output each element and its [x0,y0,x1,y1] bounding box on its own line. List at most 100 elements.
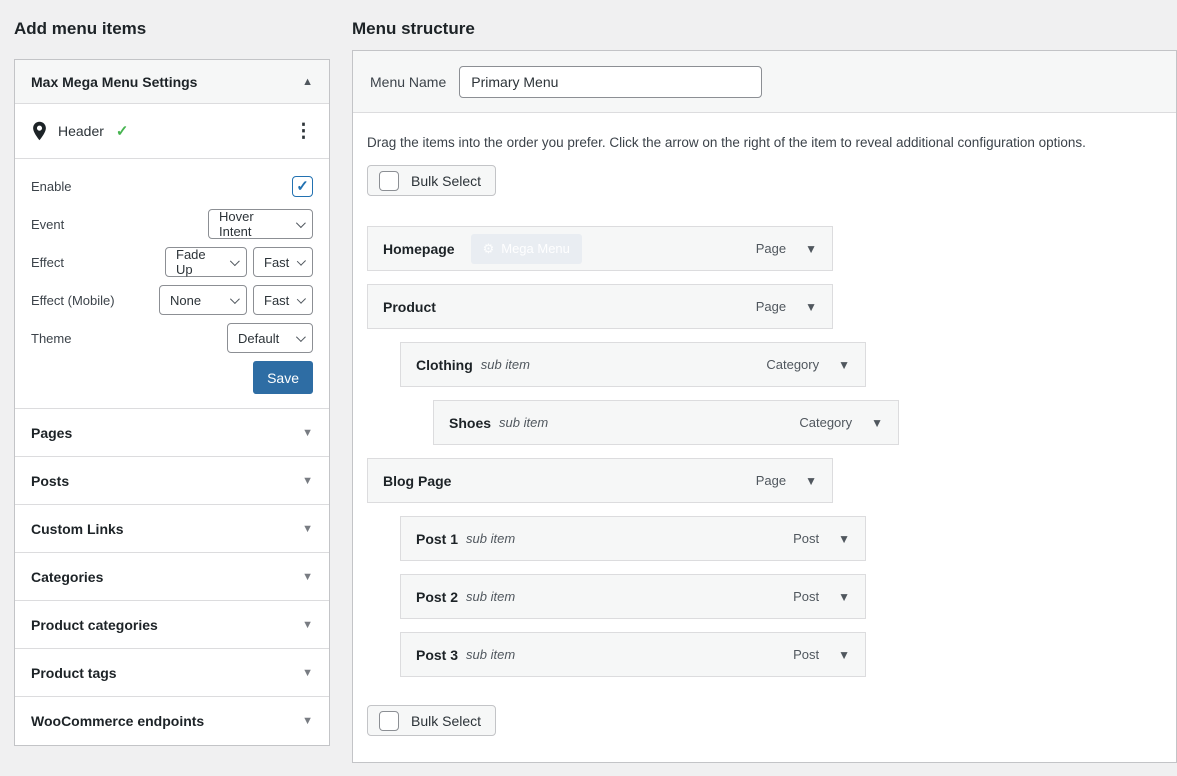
accordion-product-tags[interactable]: Product tags ▼ [15,649,329,697]
sub-item-label: sub item [481,357,530,372]
menu-item-post-2[interactable]: Post 2 sub item Post ▼ [400,574,866,619]
menu-item-post-3[interactable]: Post 3 sub item Post ▼ [400,632,866,677]
theme-select[interactable]: Default [227,323,313,353]
effect-mobile-row: Effect (Mobile) None Fast [31,285,313,315]
menu-item-title: Clothing [416,357,473,373]
effect-speed-select[interactable]: Fast [253,247,313,277]
mega-menu-settings-form: Enable ✓ Event Hover Intent Effect [15,159,329,409]
item-options-arrow-icon[interactable]: ▼ [838,532,850,546]
menu-structure-title: Menu structure [352,19,1177,38]
checkbox-check-icon: ✓ [296,179,309,194]
accordion-product-categories-label: Product categories [31,617,158,633]
location-pin-icon [31,121,48,141]
location-label: Header [58,123,104,139]
sub-item-label: sub item [499,415,548,430]
item-options-arrow-icon[interactable]: ▼ [838,648,850,662]
item-options-arrow-icon[interactable]: ▼ [805,300,817,314]
menu-item-type: Page [756,299,786,314]
accordion-categories-label: Categories [31,569,103,585]
accordion-categories[interactable]: Categories ▼ [15,553,329,601]
effect-mobile-speed-select[interactable]: Fast [253,285,313,315]
expand-arrow-icon: ▼ [302,475,313,487]
add-menu-items-panel: Add menu items Max Mega Menu Settings ▲ … [14,0,330,746]
bulk-select-button-bottom[interactable]: Bulk Select [367,705,496,736]
effect-select-value: Fade Up [176,247,222,277]
enable-checkbox[interactable]: ✓ [292,176,313,197]
accordion-posts[interactable]: Posts ▼ [15,457,329,505]
mega-menu-settings-label: Max Mega Menu Settings [31,74,197,90]
enable-label: Enable [31,179,71,194]
item-options-arrow-icon[interactable]: ▼ [838,590,850,604]
expand-arrow-icon: ▼ [302,523,313,535]
accordion-woocommerce-endpoints[interactable]: WooCommerce endpoints ▼ [15,697,329,745]
item-options-arrow-icon[interactable]: ▼ [838,358,850,372]
save-button[interactable]: Save [253,361,313,394]
menu-name-input[interactable] [459,66,762,98]
save-row: Save [31,361,313,394]
menu-item-shoes[interactable]: Shoes sub item Category ▼ [433,400,899,445]
menu-item-title: Shoes [449,415,491,431]
menu-item-clothing[interactable]: Clothing sub item Category ▼ [400,342,866,387]
menu-structure-panel: Menu structure Menu Name Drag the items … [352,0,1177,761]
item-options-arrow-icon[interactable]: ▼ [871,416,883,430]
expand-arrow-icon: ▼ [302,715,313,727]
sub-item-label: sub item [466,531,515,546]
bulk-select-checkbox[interactable] [379,171,399,191]
menu-item-type: Post [793,531,819,546]
menu-item-type: Post [793,647,819,662]
chevron-down-icon [230,294,240,304]
event-select[interactable]: Hover Intent [208,209,313,239]
accordion-box: Max Mega Menu Settings ▲ Header ✓ ⋮ Enab… [14,59,330,746]
bulk-select-button-top[interactable]: Bulk Select [367,165,496,196]
menu-item-type: Page [756,241,786,256]
item-options-arrow-icon[interactable]: ▼ [805,474,817,488]
accordion-woocommerce-endpoints-label: WooCommerce endpoints [31,713,204,729]
menu-item-post-1[interactable]: Post 1 sub item Post ▼ [400,516,866,561]
menu-item-blog-page[interactable]: Blog Page Page ▼ [367,458,833,503]
accordion-product-tags-label: Product tags [31,665,117,681]
menu-item-title: Post 1 [416,531,458,547]
effect-mobile-select[interactable]: None [159,285,247,315]
menu-item-product[interactable]: Product Page ▼ [367,284,833,329]
menu-name-bar: Menu Name [353,51,1176,113]
effect-mobile-value: None [170,293,201,308]
mega-menu-button[interactable]: ⚙ Mega Menu [471,234,582,264]
more-options-icon[interactable]: ⋮ [294,122,313,141]
accordion-pages[interactable]: Pages ▼ [15,409,329,457]
menu-item-list: Homepage ⚙ Mega Menu Page ▼ Product Page… [367,226,1162,677]
event-label: Event [31,217,64,232]
sub-item-label: sub item [466,589,515,604]
theme-row: Theme Default [31,323,313,353]
menu-location-row: Header ✓ ⋮ [15,104,329,159]
accordion-custom-links[interactable]: Custom Links ▼ [15,505,329,553]
expand-arrow-icon: ▼ [302,619,313,631]
accordion-product-categories[interactable]: Product categories ▼ [15,601,329,649]
menu-item-type: Page [756,473,786,488]
sub-item-label: sub item [466,647,515,662]
effect-mobile-label: Effect (Mobile) [31,293,115,308]
event-select-value: Hover Intent [219,209,288,239]
check-icon: ✓ [116,122,129,140]
menu-item-title: Blog Page [383,473,451,489]
menu-body: Drag the items into the order you prefer… [353,113,1176,776]
accordion-custom-links-label: Custom Links [31,521,124,537]
mega-menu-settings-header[interactable]: Max Mega Menu Settings ▲ [15,60,329,104]
effect-select[interactable]: Fade Up [165,247,247,277]
menu-item-title: Homepage [383,241,455,257]
add-menu-items-title: Add menu items [14,19,330,38]
effect-speed-value: Fast [264,255,289,270]
chevron-down-icon [297,256,306,265]
accordion-pages-label: Pages [31,425,72,441]
expand-arrow-icon: ▼ [302,427,313,439]
theme-select-value: Default [238,331,279,346]
mega-menu-button-label: Mega Menu [501,241,570,256]
drag-instructions: Drag the items into the order you prefer… [367,135,1162,150]
menu-item-homepage[interactable]: Homepage ⚙ Mega Menu Page ▼ [367,226,833,271]
bulk-select-checkbox[interactable] [379,711,399,731]
item-options-arrow-icon[interactable]: ▼ [805,242,817,256]
accordion-posts-label: Posts [31,473,69,489]
expand-arrow-icon: ▼ [302,571,313,583]
event-row: Event Hover Intent [31,209,313,239]
collapse-arrow-icon[interactable]: ▲ [302,76,313,88]
chevron-down-icon [296,332,306,342]
